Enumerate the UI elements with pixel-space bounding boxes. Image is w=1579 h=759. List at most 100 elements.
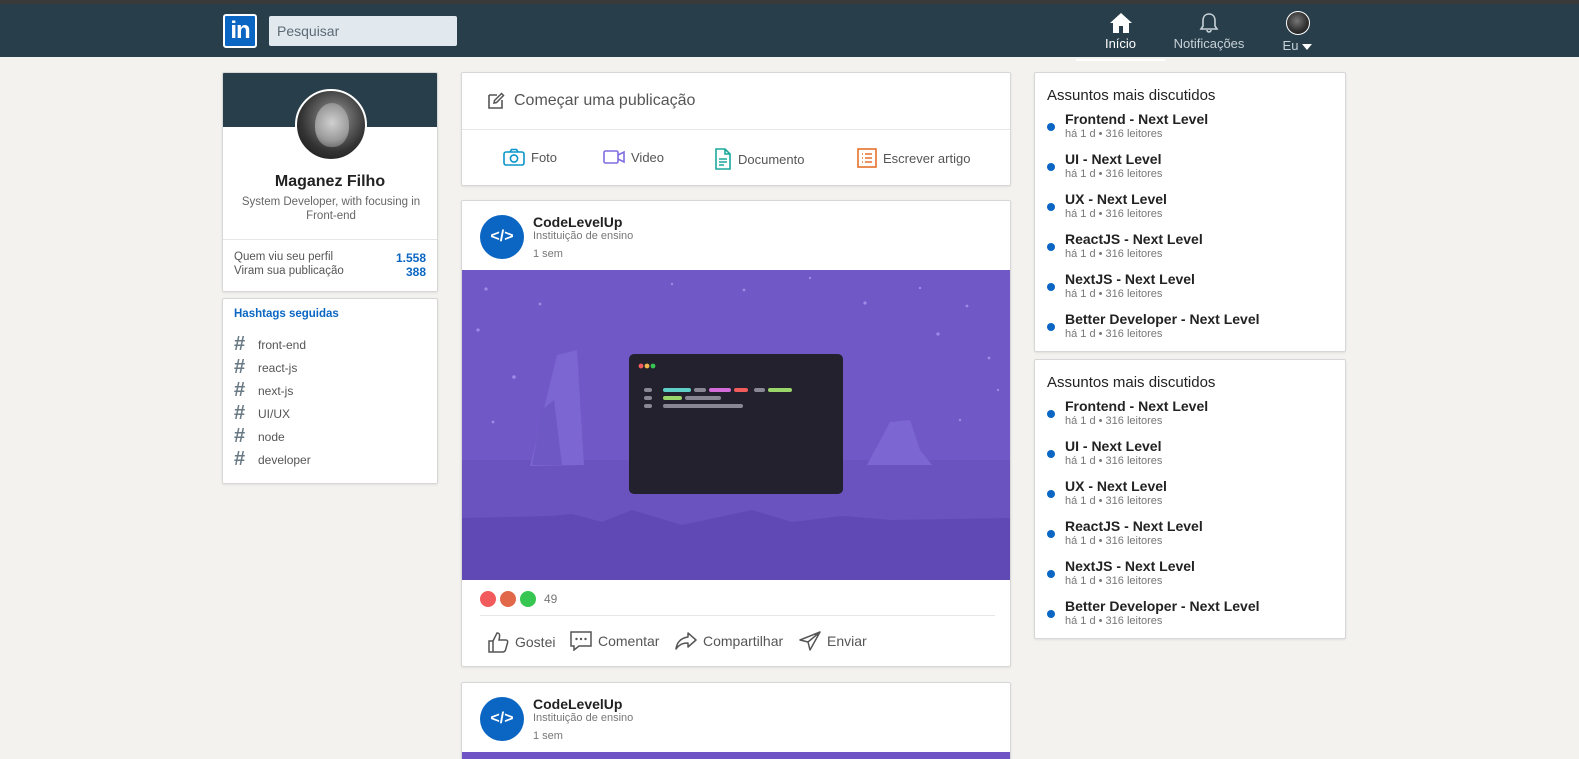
- profile-name[interactable]: Maganez Filho: [223, 173, 437, 191]
- profile-views-stat[interactable]: Quem viu seu perfil 1.558: [234, 251, 426, 265]
- comment-button[interactable]: Comentar: [570, 631, 659, 651]
- bullet-icon: [1047, 490, 1055, 498]
- search-input[interactable]: [269, 16, 457, 46]
- stat-value: 388: [405, 265, 426, 279]
- trending-item-name: NextJS - Next Level: [1065, 558, 1195, 574]
- edit-icon: [488, 92, 505, 109]
- trending-item-meta: há 1 d • 316 leitores: [1065, 128, 1163, 140]
- trending-item-meta: há 1 d • 316 leitores: [1065, 455, 1163, 467]
- hashtag-label: developer: [258, 452, 311, 467]
- trending-list: Frontend - Next Level há 1 d • 316 leitor…: [1047, 398, 1260, 638]
- bullet-icon: [1047, 410, 1055, 418]
- photo-button[interactable]: Foto: [503, 148, 557, 166]
- trending-item-name: UI - Next Level: [1065, 151, 1162, 167]
- trending-item[interactable]: Frontend - Next Level há 1 d • 316 leitor…: [1047, 111, 1260, 151]
- nav-notifications-label: Notificações: [1173, 36, 1245, 51]
- trending-item[interactable]: ReactJS - Next Level há 1 d • 316 leitore…: [1047, 231, 1260, 271]
- start-post-card: Começar uma publicação Foto Video Docume…: [461, 72, 1011, 186]
- share-button[interactable]: Compartilhar: [675, 631, 783, 651]
- comment-label: Comentar: [598, 633, 660, 649]
- trending-item[interactable]: NextJS - Next Level há 1 d • 316 leitores: [1047, 271, 1260, 311]
- hashtag-item[interactable]: # next-js: [234, 379, 311, 402]
- document-button[interactable]: Documento: [714, 148, 804, 170]
- hashtags-title[interactable]: Hashtags seguidas: [234, 308, 339, 320]
- start-post-actions: Foto Video Documento Escrever artigo: [462, 130, 1010, 186]
- reaction-love-icon: [480, 591, 496, 607]
- bullet-icon: [1047, 570, 1055, 578]
- nav-home-label: Início: [1104, 36, 1137, 51]
- profile-avatar[interactable]: [295, 89, 367, 161]
- trending-item-name: NextJS - Next Level: [1065, 271, 1195, 287]
- send-button[interactable]: Enviar: [799, 631, 867, 651]
- video-label: Video: [631, 149, 665, 165]
- hash-icon: #: [234, 448, 246, 470]
- hashtag-item[interactable]: # UI/UX: [234, 402, 311, 425]
- stat-value: 1.558: [395, 251, 426, 265]
- trending-item-name: Better Developer - Next Level: [1065, 598, 1260, 614]
- hashtag-item[interactable]: # node: [234, 425, 311, 448]
- trending-title: Assuntos mais discutidos: [1047, 87, 1216, 104]
- trending-item[interactable]: ReactJS - Next Level há 1 d • 316 leitore…: [1047, 518, 1260, 558]
- trending-topics-card: Assuntos mais discutidos Frontend - Next…: [1034, 72, 1346, 352]
- post-author[interactable]: CodeLevelUp: [533, 214, 622, 230]
- top-navbar: in Início Notificações Eu: [0, 0, 1579, 61]
- hashtag-item[interactable]: # front-end: [234, 333, 311, 356]
- stat-label: Viram sua publicação: [234, 265, 344, 277]
- trending-item-name: UI - Next Level: [1065, 438, 1162, 454]
- share-icon: [675, 632, 697, 650]
- hashtag-item[interactable]: # developer: [234, 448, 311, 471]
- like-button[interactable]: Gostei: [487, 631, 555, 653]
- trending-item[interactable]: NextJS - Next Level há 1 d • 316 leitores: [1047, 558, 1260, 598]
- trending-item[interactable]: Frontend - Next Level há 1 d • 316 leitor…: [1047, 398, 1260, 438]
- trending-item[interactable]: UI - Next Level há 1 d • 316 leitores: [1047, 151, 1260, 191]
- article-icon: [857, 148, 877, 168]
- bell-icon: [1199, 13, 1219, 33]
- home-icon: [1109, 13, 1132, 33]
- comment-icon: [570, 631, 592, 651]
- trending-item-name: Better Developer - Next Level: [1065, 311, 1260, 327]
- photo-label: Foto: [531, 149, 558, 165]
- nav-me[interactable]: Eu: [1270, 8, 1325, 61]
- stat-label: Quem viu seu perfil: [234, 251, 334, 263]
- video-icon: [603, 150, 625, 164]
- caret-down-icon: [1302, 43, 1313, 50]
- hashtag-label: node: [258, 429, 285, 444]
- write-article-button[interactable]: Escrever artigo: [857, 148, 970, 168]
- send-label: Enviar: [827, 633, 867, 649]
- trending-item-meta: há 1 d • 316 leitores: [1065, 208, 1163, 220]
- document-label: Documento: [738, 151, 805, 167]
- nav-notifications[interactable]: Notificações: [1165, 8, 1253, 61]
- hashtag-label: next-js: [258, 383, 294, 398]
- trending-item-meta: há 1 d • 316 leitores: [1065, 535, 1163, 547]
- reactions-summary[interactable]: 49: [480, 591, 557, 607]
- trending-item[interactable]: UX - Next Level há 1 d • 316 leitores: [1047, 191, 1260, 231]
- trending-item[interactable]: Better Developer - Next Level há 1 d • 31…: [1047, 598, 1260, 638]
- reaction-support-icon: [520, 591, 536, 607]
- nav-home[interactable]: Início: [1076, 8, 1165, 61]
- send-icon: [799, 631, 821, 651]
- author-avatar[interactable]: </>: [480, 215, 524, 259]
- divider: [223, 239, 437, 240]
- trending-item[interactable]: Better Developer - Next Level há 1 d • 31…: [1047, 311, 1260, 351]
- trending-item[interactable]: UX - Next Level há 1 d • 316 leitores: [1047, 478, 1260, 518]
- post-image[interactable]: [462, 270, 1011, 580]
- profile-headline: System Developer, with focusing in Front…: [241, 196, 421, 222]
- author-avatar[interactable]: </>: [480, 697, 524, 741]
- post-timestamp: 1 sem: [533, 248, 563, 260]
- post-author[interactable]: CodeLevelUp: [533, 696, 622, 712]
- bullet-icon: [1047, 243, 1055, 251]
- trending-item[interactable]: UI - Next Level há 1 d • 316 leitores: [1047, 438, 1260, 478]
- hashtag-item[interactable]: # react-js: [234, 356, 311, 379]
- trending-item-name: UX - Next Level: [1065, 191, 1167, 207]
- reaction-count: 49: [544, 592, 558, 606]
- post-timestamp: 1 sem: [533, 730, 563, 742]
- trending-item-meta: há 1 d • 316 leitores: [1065, 288, 1163, 300]
- trending-item-meta: há 1 d • 316 leitores: [1065, 328, 1163, 340]
- linkedin-logo[interactable]: in: [223, 14, 257, 48]
- divider: [480, 615, 995, 616]
- post-views-stat[interactable]: Viram sua publicação 388: [234, 265, 426, 279]
- start-post-button[interactable]: Começar uma publicação: [462, 73, 1010, 130]
- post-image[interactable]: [462, 752, 1010, 759]
- trending-topics-card: Assuntos mais discutidos Frontend - Next…: [1034, 359, 1346, 639]
- video-button[interactable]: Video: [603, 148, 664, 166]
